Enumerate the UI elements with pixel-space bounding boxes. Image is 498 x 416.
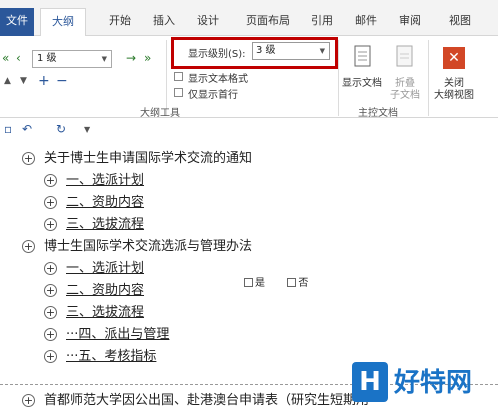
outline-heading: 一、选派计划	[66, 173, 145, 188]
watermark-logo: H	[352, 362, 388, 402]
yes-no-checkboxes: 是 否	[244, 274, 308, 289]
show-document-icon[interactable]	[352, 44, 374, 70]
outline-tools-group-label: 大纲工具	[140, 108, 180, 119]
expand-bullet-icon[interactable]: +	[44, 196, 57, 209]
outline-heading: 三、选拔流程	[66, 305, 145, 320]
expand-bullet-icon[interactable]: +	[44, 262, 57, 275]
outline-level-value: 1 级	[37, 53, 57, 64]
expand-bullet-icon[interactable]: +	[22, 394, 35, 407]
expand-bullet-icon[interactable]: +	[44, 284, 57, 297]
tab-file[interactable]: 文件	[0, 8, 34, 36]
ribbon: « ‹ 1 级 ▼ → » ▲ ▼ + − 显示文本格式 仅显示首行 显示级别(…	[0, 36, 498, 119]
no-label: 否	[298, 278, 309, 289]
no-checkbox[interactable]	[287, 278, 297, 287]
demote-icon[interactable]: →	[126, 51, 136, 65]
move-down-icon[interactable]: ▼	[20, 76, 27, 86]
show-text-format-label: 显示文本格式	[188, 74, 248, 85]
save-icon[interactable]: ▫	[4, 122, 12, 136]
tab-view[interactable]: 视图	[444, 8, 476, 36]
expand-icon[interactable]: +	[38, 73, 50, 89]
outline-heading: ···四、派出与管理	[66, 327, 170, 342]
close-outline-label-2: 大纲视图	[434, 90, 474, 101]
outline-heading: 博士生国际学术交流选派与管理办法	[44, 239, 253, 254]
expand-bullet-icon[interactable]: +	[22, 152, 35, 165]
outline-heading: 二、资助内容	[66, 195, 145, 210]
expand-bullet-icon[interactable]: +	[44, 350, 57, 363]
outline-heading: ···五、考核指标	[66, 349, 157, 364]
close-icon[interactable]: ✕	[443, 47, 465, 69]
first-line-only-checkbox[interactable]	[174, 88, 183, 97]
promote-icon[interactable]: ‹	[16, 51, 21, 65]
move-up-icon[interactable]: ▲	[4, 76, 11, 86]
yes-label: 是	[255, 278, 265, 289]
tab-review[interactable]: 审阅	[394, 8, 426, 36]
customize-toolbar-icon[interactable]: ▼	[84, 125, 90, 134]
expand-bullet-icon[interactable]: +	[44, 218, 57, 231]
redo-icon[interactable]: ↻	[56, 122, 66, 136]
tab-design[interactable]: 设计	[192, 8, 224, 36]
first-line-only-label: 仅显示首行	[188, 90, 238, 101]
outline-heading: 关于博士生申请国际学术交流的通知	[44, 151, 253, 166]
collapse-subdoc-label-2: 子文档	[390, 90, 420, 101]
tab-references[interactable]: 引用	[306, 8, 338, 36]
demote-to-body-icon[interactable]: »	[144, 51, 151, 65]
outline-heading: 一、选派计划	[66, 261, 145, 276]
master-document-group-label: 主控文档	[358, 108, 398, 119]
outline-level-select[interactable]: 1 级 ▼	[32, 50, 112, 68]
undo-icon[interactable]: ↶	[22, 122, 32, 136]
show-text-format-checkbox[interactable]	[174, 72, 183, 81]
tab-outline[interactable]: 大纲	[40, 8, 86, 36]
tab-home[interactable]: 开始	[104, 8, 136, 36]
ribbon-tab-bar: 文件 大纲 开始 插入 设计 页面布局 引用 邮件 审阅 视图	[0, 0, 498, 36]
separator	[428, 40, 429, 116]
yes-checkbox[interactable]	[244, 278, 253, 287]
watermark-text: 好特网	[394, 368, 473, 398]
outline-heading: 首都师范大学因公出国、赴港澳台申请表（研究生短期用	[44, 393, 370, 408]
tab-page-layout[interactable]: 页面布局	[240, 8, 296, 36]
expand-bullet-icon[interactable]: +	[44, 174, 57, 187]
expand-bullet-icon[interactable]: +	[22, 240, 35, 253]
chevron-down-icon: ▼	[101, 55, 107, 63]
show-level-select[interactable]: 3 级 ▼	[252, 42, 330, 60]
collapse-subdocument-icon[interactable]	[394, 44, 416, 70]
expand-bullet-icon[interactable]: +	[44, 328, 57, 341]
outline-heading: 三、选拔流程	[66, 217, 145, 232]
quick-access-toolbar: ▫ ↶ ↻ ▼	[0, 119, 498, 141]
collapse-icon[interactable]: −	[56, 73, 68, 89]
tab-mailings[interactable]: 邮件	[350, 8, 382, 36]
show-document-label: 显示文档	[342, 78, 382, 89]
show-level-label: 显示级别(S):	[188, 49, 246, 60]
outline-heading: 二、资助内容	[66, 283, 145, 298]
promote-to-heading-icon[interactable]: «	[2, 51, 9, 65]
show-level-value: 3 级	[256, 45, 276, 56]
tab-insert[interactable]: 插入	[148, 8, 180, 36]
expand-bullet-icon[interactable]: +	[44, 306, 57, 319]
chevron-down-icon: ▼	[319, 47, 325, 55]
